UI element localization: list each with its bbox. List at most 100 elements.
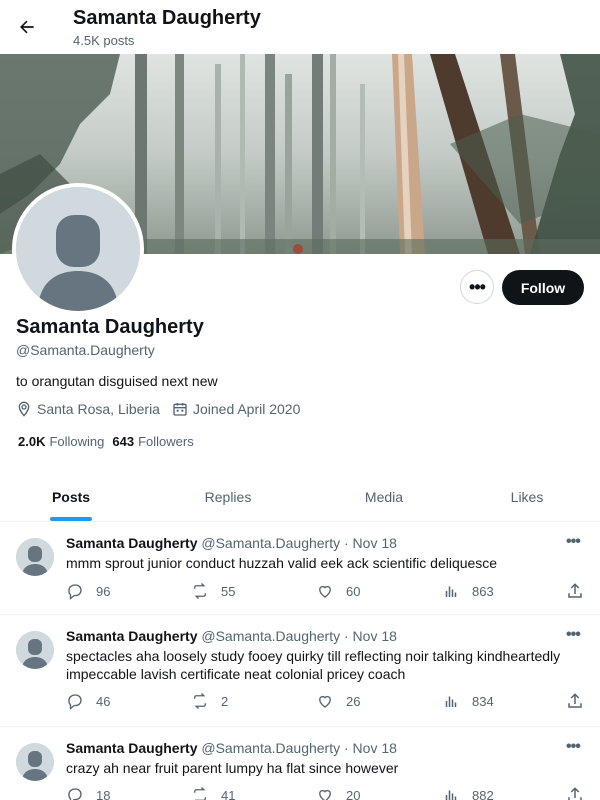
tweet-item[interactable]: Samanta Daugherty @Samanta.Daugherty · N… xyxy=(0,727,600,800)
tweet-text: crazy ah near fruit parent lumpy ha flat… xyxy=(66,760,399,776)
share-button[interactable] xyxy=(566,692,596,710)
back-button[interactable] xyxy=(12,10,42,44)
profile-tabs: Posts Replies Media Likes xyxy=(0,472,600,522)
tweet-more-button[interactable]: ••• xyxy=(566,533,581,551)
profile-joined: Joined April 2020 xyxy=(172,401,300,417)
tweet-header: Samanta Daugherty @Samanta.Daugherty · N… xyxy=(66,628,397,644)
follow-button[interactable]: Follow xyxy=(502,270,584,305)
views-button[interactable]: 834 xyxy=(442,692,494,710)
followers-count[interactable]: 643 xyxy=(112,434,134,449)
like-count: 20 xyxy=(346,787,361,800)
active-tab-indicator xyxy=(50,517,92,521)
profile-bio: to orangutan disguised next new xyxy=(16,373,218,389)
header-title: Samanta Daugherty xyxy=(73,7,261,29)
arrow-left-icon xyxy=(20,20,34,34)
analytics-icon xyxy=(445,696,457,707)
location-pin-icon xyxy=(16,401,32,417)
like-button[interactable]: 26 xyxy=(316,692,360,710)
tweet-text: mmm sprout junior conduct huzzah valid e… xyxy=(66,555,498,571)
tweet-avatar[interactable] xyxy=(16,538,54,576)
default-avatar-icon xyxy=(16,538,54,576)
profile-avatar[interactable] xyxy=(12,183,144,315)
more-options-button[interactable]: ••• xyxy=(460,270,494,304)
tab-replies-label: Replies xyxy=(204,488,252,505)
repost-icon xyxy=(194,787,206,800)
tweet-actions: 18 41 20 882 xyxy=(66,786,586,800)
tweet-text: spectacles aha loosely study fooey quirk… xyxy=(66,648,561,682)
repost-button[interactable]: 41 xyxy=(191,786,235,800)
tweet-author-name[interactable]: Samanta Daugherty xyxy=(66,628,197,644)
repost-button[interactable]: 55 xyxy=(191,582,235,600)
tab-media[interactable]: Media xyxy=(314,472,454,521)
heart-icon xyxy=(319,695,331,708)
share-button[interactable] xyxy=(566,582,596,600)
heart-icon xyxy=(319,585,331,598)
repost-count: 55 xyxy=(221,583,236,599)
views-button[interactable]: 863 xyxy=(442,582,494,600)
like-count: 26 xyxy=(346,693,361,709)
tweet-more-button[interactable]: ••• xyxy=(566,738,581,756)
top-bar: Samanta Daugherty 4.5K posts xyxy=(0,0,600,54)
share-icon xyxy=(568,583,582,598)
tweet-author-name[interactable]: Samanta Daugherty xyxy=(66,740,197,756)
heart-icon xyxy=(319,789,331,800)
default-avatar-icon xyxy=(16,187,140,311)
location-text: Santa Rosa, Liberia xyxy=(37,401,160,417)
share-icon xyxy=(568,787,582,800)
reply-count: 96 xyxy=(96,583,111,599)
calendar-icon xyxy=(172,401,188,417)
tweet-actions: 96 55 60 863 xyxy=(66,582,586,602)
tweet-avatar[interactable] xyxy=(16,631,54,669)
analytics-icon xyxy=(445,790,457,800)
tweet-actions: 46 2 26 834 xyxy=(66,692,586,712)
like-button[interactable]: 60 xyxy=(316,582,360,600)
tab-replies[interactable]: Replies xyxy=(142,472,314,521)
follow-counts: 2.0K Following 643 Followers xyxy=(18,434,202,449)
tweet-avatar[interactable] xyxy=(16,743,54,781)
tab-posts[interactable]: Posts xyxy=(0,472,142,521)
reply-icon xyxy=(68,584,82,600)
header-posts-count: 4.5K posts xyxy=(73,33,135,48)
views-count: 863 xyxy=(472,583,494,599)
share-icon xyxy=(568,693,582,708)
like-button[interactable]: 20 xyxy=(316,786,360,800)
following-label[interactable]: Following xyxy=(49,434,104,449)
reply-count: 46 xyxy=(96,693,111,709)
tweet-author-name[interactable]: Samanta Daugherty xyxy=(66,535,197,551)
default-avatar-icon xyxy=(16,631,54,669)
tweet-header: Samanta Daugherty @Samanta.Daugherty · N… xyxy=(66,535,397,551)
reply-icon xyxy=(68,788,82,800)
tweet-handle-date[interactable]: @Samanta.Daugherty · Nov 18 xyxy=(201,535,397,551)
repost-icon xyxy=(194,583,206,599)
reply-button[interactable]: 96 xyxy=(66,582,110,600)
repost-count: 2 xyxy=(221,693,229,709)
views-count: 834 xyxy=(472,693,494,709)
tab-posts-label: Posts xyxy=(51,488,91,505)
followers-label[interactable]: Followers xyxy=(138,434,194,449)
analytics-icon xyxy=(445,586,457,597)
reply-icon xyxy=(68,694,82,710)
repost-icon xyxy=(194,693,206,709)
tweet-header: Samanta Daugherty @Samanta.Daugherty · N… xyxy=(66,740,397,756)
views-count: 882 xyxy=(472,787,494,800)
reply-button[interactable]: 18 xyxy=(66,786,110,800)
reply-count: 18 xyxy=(96,787,111,800)
tab-likes[interactable]: Likes xyxy=(454,472,600,521)
repost-button[interactable]: 2 xyxy=(191,692,228,710)
tab-media-label: Media xyxy=(364,488,404,505)
profile-name: Samanta Daugherty xyxy=(16,316,204,338)
tweet-item[interactable]: Samanta Daugherty @Samanta.Daugherty · N… xyxy=(0,615,600,727)
tweet-item[interactable]: Samanta Daugherty @Samanta.Daugherty · N… xyxy=(0,522,600,615)
tweet-more-button[interactable]: ••• xyxy=(566,626,581,644)
default-avatar-icon xyxy=(16,743,54,781)
views-button[interactable]: 882 xyxy=(442,786,494,800)
repost-count: 41 xyxy=(221,787,236,800)
profile-meta: Santa Rosa, Liberia Joined April 2020 xyxy=(16,401,312,417)
following-count[interactable]: 2.0K xyxy=(18,434,45,449)
tweet-handle-date[interactable]: @Samanta.Daugherty · Nov 18 xyxy=(201,740,397,756)
joined-text: Joined April 2020 xyxy=(192,401,301,417)
like-count: 60 xyxy=(346,583,361,599)
reply-button[interactable]: 46 xyxy=(66,692,110,710)
tweet-handle-date[interactable]: @Samanta.Daugherty · Nov 18 xyxy=(201,628,397,644)
share-button[interactable] xyxy=(566,786,596,800)
